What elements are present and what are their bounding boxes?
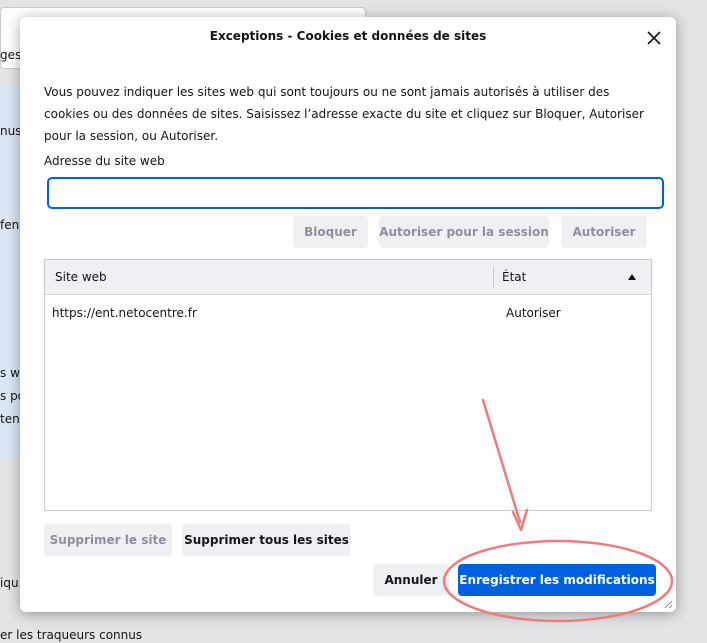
address-label: Adresse du site web	[44, 154, 165, 168]
remove-all-sites-button[interactable]: Supprimer tous les sites	[182, 524, 351, 556]
background-fragment: er les traqueurs connus	[0, 628, 143, 642]
site-address-input[interactable]	[47, 177, 664, 209]
column-divider	[493, 266, 494, 288]
status-cell: Autoriser	[506, 306, 561, 320]
close-button[interactable]	[642, 26, 666, 50]
block-button[interactable]: Bloquer	[293, 216, 368, 248]
exceptions-dialog: Exceptions - Cookies et données de sites…	[20, 17, 676, 612]
table-row[interactable]: https://ent.netocentre.fr Autoriser	[45, 296, 651, 326]
dialog-title: Exceptions - Cookies et données de sites	[209, 29, 487, 43]
background-fragment: nus	[0, 124, 22, 138]
resize-grip-icon[interactable]	[663, 599, 673, 609]
table-header: Site web État	[45, 260, 651, 295]
save-changes-button[interactable]: Enregistrer les modifications	[458, 564, 656, 596]
background-fragment: ges	[0, 48, 22, 62]
sites-table: Site web État https://ent.netocentre.fr …	[44, 259, 652, 511]
background-fragment: fen	[0, 218, 20, 232]
allow-session-button[interactable]: Autoriser pour la session	[379, 216, 549, 248]
sort-ascending-icon	[628, 274, 636, 280]
remove-site-button[interactable]: Supprimer le site	[44, 524, 172, 556]
dialog-description: Vous pouvez indiquer les sites web qui s…	[44, 85, 644, 143]
cancel-button[interactable]: Annuler	[373, 564, 449, 596]
allow-button[interactable]: Autoriser	[561, 216, 647, 248]
background-fragment: iqu	[0, 576, 19, 590]
site-cell: https://ent.netocentre.fr	[52, 306, 197, 320]
close-icon	[647, 31, 661, 45]
column-header-site[interactable]: Site web	[55, 270, 107, 284]
column-header-status[interactable]: État	[502, 270, 526, 284]
